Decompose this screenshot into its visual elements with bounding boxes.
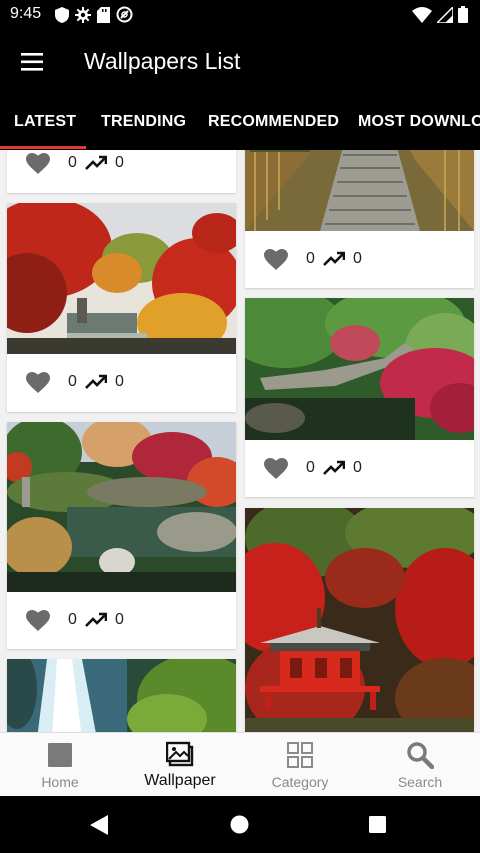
heart-icon[interactable] [26,372,50,394]
category-grid-icon [287,742,313,768]
tab-bar: LATEST TRENDING RECOMMENDED MOST DOWNLOA [0,94,480,150]
status-time: 9:45 [10,5,42,22]
status-icons-right [412,6,468,23]
wallpaper-card[interactable]: 0 0 [7,203,236,412]
wallpaper-image [7,422,236,592]
wallpaper-image [7,659,236,732]
recents-icon[interactable] [369,816,386,833]
status-icons-left [55,6,133,23]
nav-category-label: Category [271,774,329,790]
download-count: 0 [353,250,362,267]
download-count: 0 [115,611,124,628]
tab-indicator [0,146,86,149]
nav-wallpaper[interactable]: Wallpaper [120,733,240,797]
like-count: 0 [68,611,77,628]
page-title: Wallpapers List [84,48,241,74]
nav-home[interactable]: Home [0,733,120,797]
signal-icon [437,6,453,23]
like-count: 0 [306,250,315,267]
wallpaper-grid[interactable]: 0 0 0 0 0 0 0 0 0 0 [0,150,480,732]
home-icon [48,743,72,767]
trending-up-icon [85,612,107,627]
nav-wallpaper-label: Wallpaper [144,772,216,789]
card-footer: 0 0 [7,150,236,193]
tab-recommended[interactable]: RECOMMENDED [208,113,339,131]
wallpaper-card[interactable] [7,659,236,732]
nav-search[interactable]: Search [360,733,480,797]
gear-icon [75,6,91,23]
card-footer: 0 0 [7,592,236,649]
wallpaper-card[interactable]: 0 0 [245,298,474,497]
wallpaper-image [7,203,236,354]
wifi-icon [412,6,432,23]
tab-latest[interactable]: LATEST [14,113,76,131]
battery-icon [458,6,468,23]
sd-card-icon [97,6,110,23]
wallpaper-icon [166,741,194,767]
trending-up-icon [85,374,107,389]
download-count: 0 [353,459,362,476]
card-footer: 0 0 [245,231,474,288]
trending-up-icon [323,460,345,475]
nav-search-label: Search [397,774,443,790]
wallpaper-image [245,298,474,440]
back-icon[interactable] [90,815,108,835]
wallpaper-image [245,508,474,732]
trending-up-icon [85,155,107,170]
like-count: 0 [68,154,77,171]
tab-trending[interactable]: TRENDING [101,113,186,131]
nav-category[interactable]: Category [240,733,360,797]
bottom-navigation: Home Wallpaper Category Search [0,732,480,796]
like-count: 0 [306,459,315,476]
system-navigation-bar [0,796,480,853]
nav-home-label: Home [41,774,79,790]
like-count: 0 [68,373,77,390]
wallpaper-image [245,150,474,231]
trending-up-icon [323,251,345,266]
heart-icon[interactable] [264,249,288,271]
heart-icon[interactable] [264,458,288,480]
shield-icon [55,6,69,23]
wallpaper-card[interactable]: 0 0 [7,150,236,193]
no-disturb-icon [116,6,133,23]
heart-icon[interactable] [26,610,50,632]
app-bar: Wallpapers List [0,30,480,94]
status-bar: 9:45 [0,0,480,30]
tab-most-downloaded[interactable]: MOST DOWNLOA [358,113,480,131]
screen: 9:45 Wallpapers List LATEST TRENDING REC… [0,0,480,853]
wallpaper-card[interactable]: 0 0 [245,150,474,288]
card-footer: 0 0 [7,354,236,412]
menu-icon[interactable] [18,50,46,74]
card-footer: 0 0 [245,440,474,497]
wallpaper-card[interactable] [245,508,474,732]
wallpaper-card[interactable]: 0 0 [7,422,236,649]
download-count: 0 [115,154,124,171]
home-circle-icon[interactable] [230,815,249,834]
search-icon [407,742,434,769]
download-count: 0 [115,373,124,390]
heart-icon[interactable] [26,153,50,175]
